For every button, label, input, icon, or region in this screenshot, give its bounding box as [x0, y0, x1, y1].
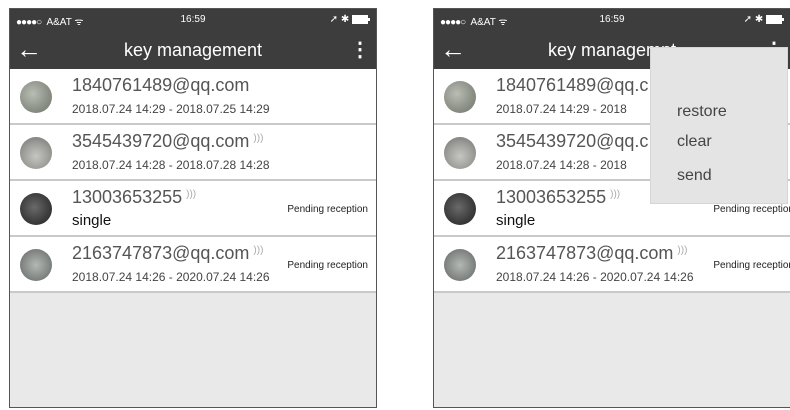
status-badge: Pending reception [287, 204, 368, 215]
status-time: 16:59 [599, 14, 625, 25]
location-arrow-icon: ➚ [743, 14, 753, 25]
key-avatar [20, 137, 52, 169]
key-avatar [444, 81, 476, 113]
menu-item-restore[interactable]: restore [677, 103, 727, 121]
key-validity: 2018.07.24 14:26 - 2020.07.24 14:26 [496, 270, 694, 284]
key-name: 13003653255 [72, 187, 183, 207]
nav-bar: ← key management ⋮ [10, 31, 376, 69]
status-bar: ●●●●○ A&AT ᯤ 16:59 ➚ ✱ [434, 9, 790, 31]
status-badge: Pending reception [287, 260, 368, 271]
wireless-signal-icon: ))) [186, 189, 197, 200]
bluetooth-icon: ✱ [340, 14, 350, 25]
app-header: ●●●●○ A&AT ᯤ 16:59 ➚ ✱ ← key management … [10, 9, 376, 69]
key-name: 2163747873@qq.com [496, 243, 674, 263]
key-avatar [444, 137, 476, 169]
battery-icon [766, 14, 784, 24]
key-validity: 2018.07.24 14:28 - 2018 [496, 158, 627, 172]
key-avatar [20, 249, 52, 281]
key-validity: 2018.07.24 14:29 - 2018.07.25 14:29 [72, 102, 270, 116]
key-validity: 2018.07.24 14:26 - 2020.07.24 14:26 [72, 270, 270, 284]
wireless-signal-icon: ))) [253, 133, 264, 144]
key-list-item[interactable]: 2163747873@qq.com))) 2018.07.24 14:26 - … [10, 237, 376, 293]
key-list-item[interactable]: 1840761489@qq.com 2018.07.24 14:29 - 201… [10, 69, 376, 125]
status-bar: ●●●●○ A&AT ᯤ 16:59 ➚ ✱ [10, 9, 376, 31]
key-validity: single [72, 212, 112, 229]
key-avatar [20, 81, 52, 113]
page-title: key management [123, 40, 263, 60]
menu-item-send[interactable]: send [677, 167, 712, 185]
key-avatar [20, 193, 52, 225]
status-badge: Pending reception [713, 260, 790, 271]
key-list: 1840761489@qq.com 2018.07.24 14:29 - 201… [10, 69, 376, 293]
key-name: 1840761489@qq.c [496, 75, 649, 95]
wireless-signal-icon: ))) [610, 189, 621, 200]
phone-screen-right: ●●●●○ A&AT ᯤ 16:59 ➚ ✱ ← key managemnt ⋮… [433, 8, 790, 408]
key-validity: single [496, 212, 536, 229]
phone-screen-left: ●●●●○ A&AT ᯤ 16:59 ➚ ✱ ← key management … [9, 8, 377, 408]
key-name: 1840761489@qq.com [72, 75, 250, 95]
wireless-signal-icon: ))) [677, 245, 688, 256]
key-avatar [444, 249, 476, 281]
menu-item-clear[interactable]: clear [677, 133, 712, 151]
key-name: 3545439720@qq.c [496, 131, 649, 151]
key-validity: 2018.07.24 14:28 - 2018.07.28 14:28 [72, 158, 270, 172]
more-menu-icon[interactable]: ⋮ [350, 33, 370, 67]
location-arrow-icon: ➚ [329, 14, 339, 25]
key-name: 13003653255 [496, 187, 607, 207]
wireless-signal-icon: ))) [253, 245, 264, 256]
overflow-menu: restore clear send [650, 47, 788, 204]
key-avatar [444, 193, 476, 225]
key-list-item[interactable]: 13003653255))) single Pending reception [10, 181, 376, 237]
key-list-item[interactable]: 2163747873@qq.com))) 2018.07.24 14:26 - … [434, 237, 790, 293]
key-validity: 2018.07.24 14:29 - 2018 [496, 102, 627, 116]
bluetooth-icon: ✱ [754, 14, 764, 25]
battery-icon [352, 14, 370, 24]
key-list-item[interactable]: 3545439720@qq.com))) 2018.07.24 14:28 - … [10, 125, 376, 181]
key-name: 2163747873@qq.com [72, 243, 250, 263]
status-time: 16:59 [180, 14, 206, 25]
key-name: 3545439720@qq.com [72, 131, 250, 151]
status-badge: Pending reception [713, 204, 790, 215]
